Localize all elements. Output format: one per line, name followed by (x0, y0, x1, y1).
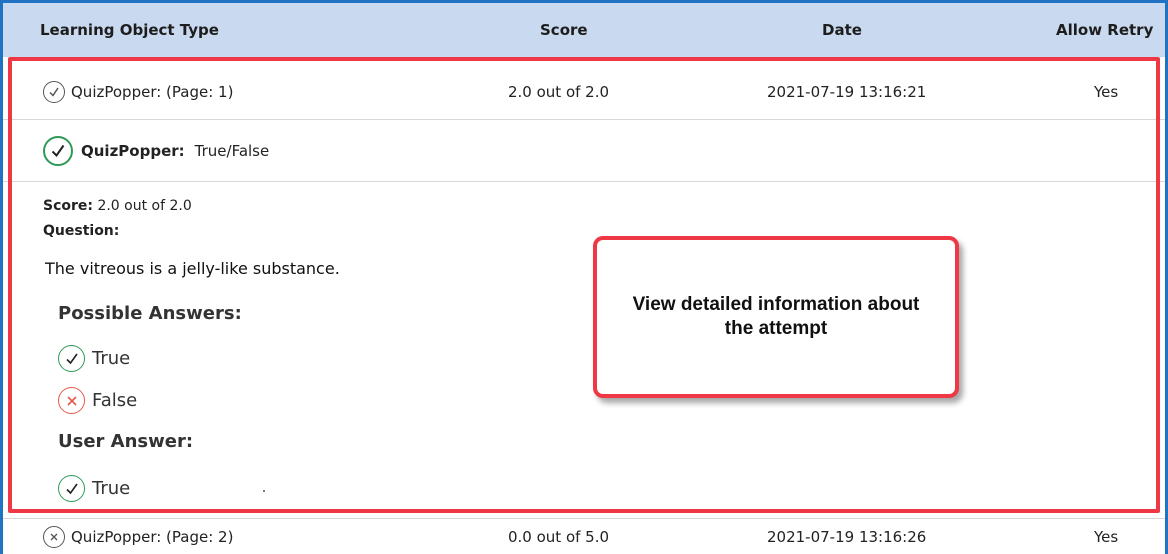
header-score[interactable]: Score (540, 3, 588, 57)
callout-text: View detailed information about the atte… (632, 294, 920, 339)
possible-answers-label: Possible Answers: (58, 303, 242, 324)
question-label: Question: (43, 223, 120, 239)
check-circle-icon (58, 345, 85, 372)
possible-answer-item: True (58, 345, 130, 372)
detail-kind: True/False (194, 141, 270, 160)
row-score: 2.0 out of 2.0 (508, 82, 610, 101)
attempt-detail-panel: Score: 2.0 out of 2.0 Question: The vitr… (3, 183, 1165, 517)
table-row[interactable]: QuizPopper: (Page: 2) 0.0 out of 5.0 202… (3, 518, 1165, 554)
detail-score: Score: 2.0 out of 2.0 (43, 198, 192, 214)
row-score: 0.0 out of 5.0 (508, 527, 610, 546)
possible-answer-item: False (58, 387, 137, 414)
row-date: 2021-07-19 13:16:21 (767, 82, 927, 101)
header-allow-retry[interactable]: Allow Retry (1056, 3, 1153, 57)
question-text: The vitreous is a jelly-like substance. (45, 259, 340, 278)
row-allow-retry: Yes (1094, 527, 1119, 546)
user-answer-label: User Answer: (58, 431, 194, 452)
x-circle-icon (58, 387, 85, 414)
check-circle-icon (58, 475, 85, 502)
row-type-cell: QuizPopper: (Page: 2) (43, 519, 233, 554)
table-row[interactable]: QuizPopper: (Page: 1) 2.0 out of 2.0 202… (3, 64, 1165, 120)
check-circle-icon (43, 80, 65, 103)
detail-score-value: 2.0 out of 2.0 (97, 198, 192, 214)
x-circle-icon (43, 525, 65, 548)
detail-header-row[interactable]: QuizPopper: True/False (3, 120, 1165, 182)
header-learning-object-type[interactable]: Learning Object Type (40, 3, 219, 57)
table-header: Learning Object Type Score Date Allow Re… (3, 3, 1165, 57)
row-type-text: QuizPopper: (Page: 2) (71, 527, 234, 546)
user-answer-item: True (58, 475, 130, 502)
stray-dot (263, 490, 265, 492)
row-type-cell: QuizPopper: (Page: 1) (43, 64, 233, 119)
row-type-text: QuizPopper: (Page: 1) (71, 82, 234, 101)
detail-score-label: Score: (43, 198, 93, 214)
check-circle-icon (43, 135, 73, 166)
user-answer-text: True (92, 478, 131, 499)
row-date: 2021-07-19 13:16:26 (767, 527, 927, 546)
possible-answer-text: False (92, 390, 138, 411)
callout-box: View detailed information about the atte… (593, 236, 959, 398)
detail-header-cell: QuizPopper: True/False (43, 120, 269, 181)
possible-answer-text: True (92, 348, 131, 369)
detail-title: QuizPopper: (81, 141, 185, 160)
row-allow-retry: Yes (1094, 82, 1119, 101)
header-date[interactable]: Date (822, 3, 862, 57)
